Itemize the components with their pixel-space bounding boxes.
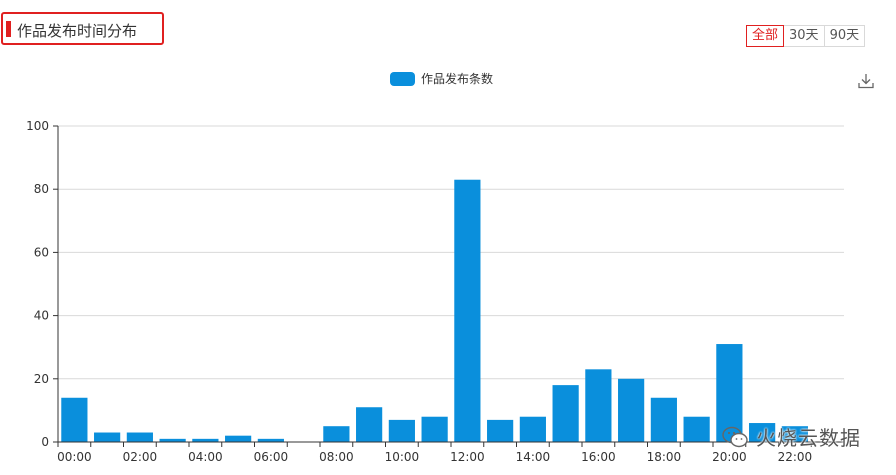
y-tick-label: 20 (34, 372, 49, 386)
bar (585, 369, 612, 442)
bar (225, 435, 252, 442)
y-tick-label: 80 (34, 182, 49, 196)
bar (487, 419, 514, 442)
bar (388, 419, 415, 442)
x-tick-label: 22:00 (778, 450, 813, 464)
y-tick-label: 60 (34, 245, 49, 259)
bar (421, 416, 448, 442)
y-tick-label: 40 (34, 309, 49, 323)
bar (61, 397, 88, 442)
x-tick-label: 14:00 (516, 450, 551, 464)
x-tick-label: 12:00 (450, 450, 485, 464)
bar (126, 432, 153, 442)
x-tick-label: 18:00 (647, 450, 682, 464)
bar (650, 397, 677, 442)
bar (618, 378, 645, 442)
watermark: 火烧云数据 (722, 422, 861, 451)
bar (683, 416, 710, 442)
x-tick-label: 04:00 (188, 450, 223, 464)
bar (323, 426, 350, 442)
x-tick-label: 06:00 (254, 450, 289, 464)
y-tick-label: 100 (26, 119, 49, 133)
watermark-text: 火烧云数据 (756, 426, 861, 450)
wechat-icon (722, 426, 748, 447)
bar (454, 179, 481, 442)
bar-chart: 0 20 40 60 80 100 00:00 02:00 04:00 06:00 08:00 10:… (26, 119, 845, 464)
x-tick-label: 08:00 (319, 450, 354, 464)
x-tick-label: 00:00 (57, 450, 92, 464)
y-tick-label: 0 (41, 435, 49, 449)
bar (519, 416, 546, 442)
bar (94, 432, 121, 442)
x-tick-label: 02:00 (123, 450, 158, 464)
x-tick-label: 10:00 (385, 450, 420, 464)
x-tick-label: 20:00 (712, 450, 747, 464)
x-tick-label: 16:00 (581, 450, 616, 464)
bar (552, 385, 579, 442)
tab-all[interactable]: 全部 (746, 25, 785, 47)
bar (356, 407, 383, 442)
